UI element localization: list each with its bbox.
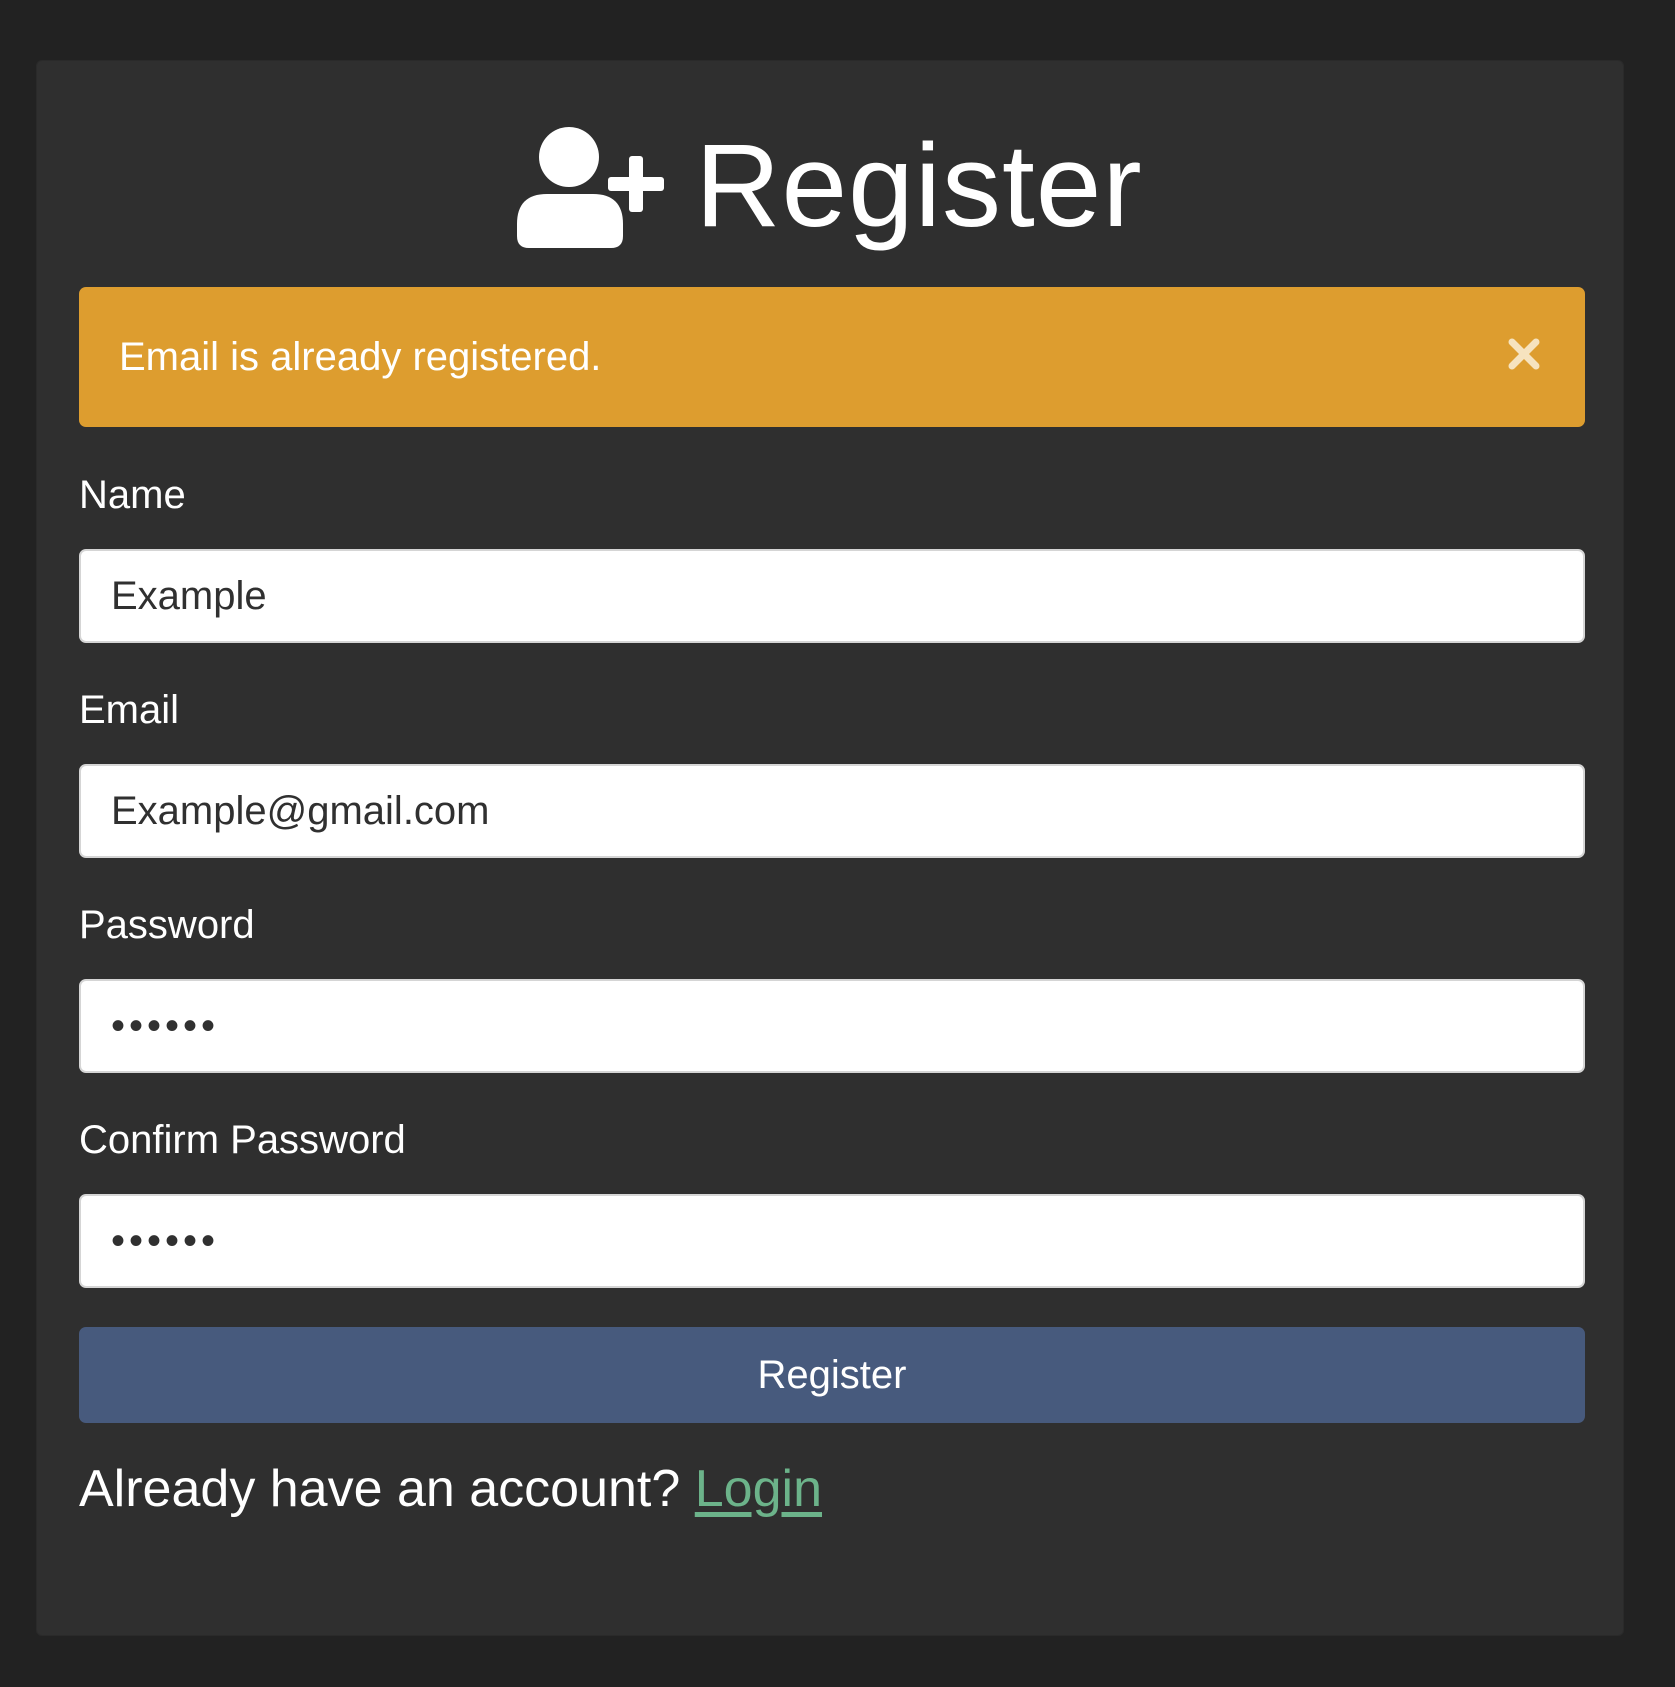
page-title: Register	[695, 120, 1143, 252]
error-alert: Email is already registered.	[79, 287, 1585, 427]
login-prompt-text: Already have an account?	[79, 1460, 681, 1518]
email-label: Email	[79, 688, 180, 732]
user-plus-icon	[517, 126, 669, 248]
email-field[interactable]	[79, 764, 1585, 858]
login-prompt: Already have an account? Login	[79, 1459, 822, 1519]
page-header: Register	[37, 111, 1623, 261]
password-label: Password	[79, 903, 255, 947]
alert-message: Email is already registered.	[119, 334, 602, 379]
name-field[interactable]	[79, 549, 1585, 643]
register-button[interactable]: Register	[79, 1327, 1585, 1423]
confirm-password-field[interactable]	[79, 1194, 1585, 1288]
close-icon[interactable]	[1505, 335, 1543, 373]
password-field[interactable]	[79, 979, 1585, 1073]
register-card: Register Email is already registered. Na…	[36, 60, 1624, 1636]
login-link[interactable]: Login	[695, 1460, 822, 1518]
confirm-password-label: Confirm Password	[79, 1118, 406, 1162]
name-label: Name	[79, 473, 186, 517]
